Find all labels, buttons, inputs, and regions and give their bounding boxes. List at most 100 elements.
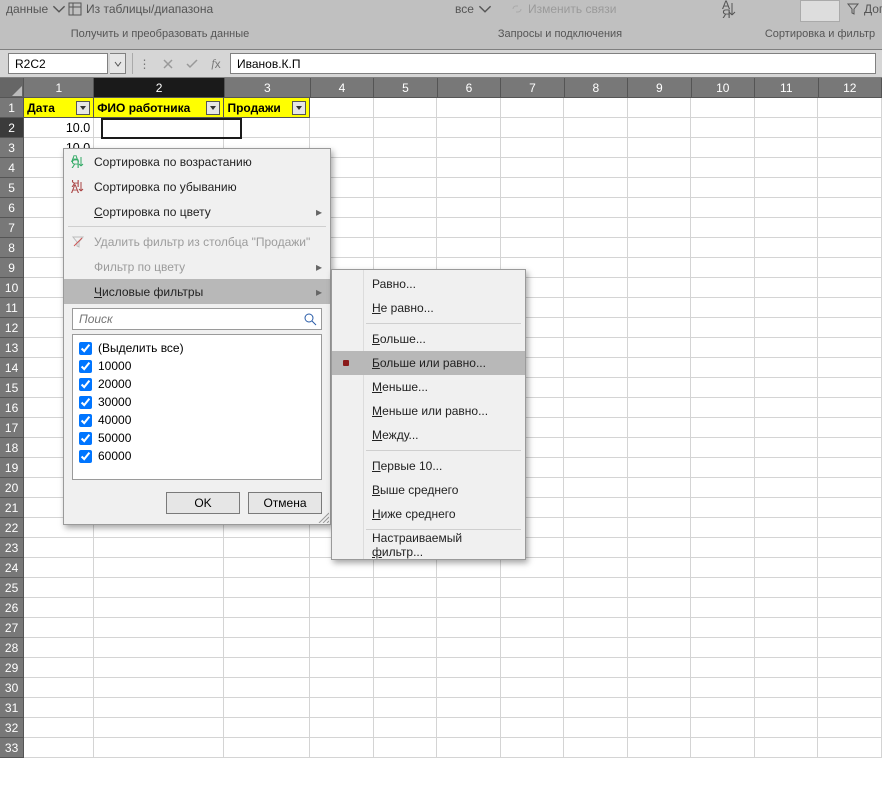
row-header[interactable]: 19	[0, 458, 24, 478]
cell[interactable]	[564, 518, 628, 538]
ribbon-btn-from-range[interactable]: Из таблицы/диапазона	[68, 2, 213, 16]
cell[interactable]	[818, 98, 882, 118]
formula-accept-button[interactable]	[180, 53, 204, 74]
cell[interactable]	[628, 498, 692, 518]
cell[interactable]	[24, 698, 94, 718]
cell[interactable]	[691, 418, 755, 438]
cell[interactable]	[818, 638, 882, 658]
cell[interactable]	[564, 118, 628, 138]
row-header[interactable]: 33	[0, 738, 24, 758]
cell[interactable]	[437, 178, 501, 198]
column-header[interactable]: 2	[94, 78, 225, 98]
submenu-less[interactable]: Меньше...	[332, 375, 525, 399]
cell[interactable]	[628, 178, 692, 198]
cell[interactable]	[628, 478, 692, 498]
filter-value-item[interactable]: 50000	[79, 429, 315, 447]
cell[interactable]	[24, 578, 94, 598]
cell[interactable]	[374, 218, 438, 238]
cell[interactable]	[628, 278, 692, 298]
filter-values-list[interactable]: (Выделить все) 1000020000300004000050000…	[72, 334, 322, 480]
ribbon-btn-data[interactable]: данные	[6, 2, 66, 16]
filter-value-item[interactable]: 40000	[79, 411, 315, 429]
cell[interactable]	[374, 118, 438, 138]
cell[interactable]	[564, 378, 628, 398]
cell[interactable]	[224, 598, 310, 618]
row-header[interactable]: 21	[0, 498, 24, 518]
cell[interactable]	[224, 558, 310, 578]
row-header[interactable]: 6	[0, 198, 24, 218]
select-all-corner[interactable]	[0, 78, 24, 98]
cell[interactable]	[818, 358, 882, 378]
cell[interactable]	[437, 678, 501, 698]
cell[interactable]	[310, 678, 374, 698]
cell[interactable]	[564, 498, 628, 518]
submenu-not-equals[interactable]: Не равно...	[332, 296, 525, 320]
cell[interactable]	[437, 238, 501, 258]
cell[interactable]	[94, 118, 224, 138]
cell[interactable]	[691, 378, 755, 398]
column-header[interactable]: 3	[225, 78, 311, 98]
cell[interactable]	[224, 538, 310, 558]
row-header[interactable]: 26	[0, 598, 24, 618]
cell[interactable]	[818, 398, 882, 418]
filter-number-filters[interactable]: Числовые фильтры ▸	[64, 279, 330, 304]
row-header[interactable]: 24	[0, 558, 24, 578]
cell[interactable]	[818, 678, 882, 698]
cell[interactable]	[94, 658, 224, 678]
cell[interactable]	[224, 618, 310, 638]
row-header[interactable]: 15	[0, 378, 24, 398]
cell[interactable]	[691, 518, 755, 538]
cell[interactable]	[374, 238, 438, 258]
cell[interactable]	[755, 318, 819, 338]
submenu-above-avg[interactable]: Выше среднего	[332, 478, 525, 502]
cell[interactable]	[564, 638, 628, 658]
cell[interactable]	[564, 738, 628, 758]
row-header[interactable]: 1	[0, 98, 24, 118]
cell[interactable]	[818, 178, 882, 198]
filter-dropdown-icon[interactable]	[292, 101, 306, 115]
cell[interactable]	[564, 218, 628, 238]
cell[interactable]	[310, 738, 374, 758]
cell[interactable]	[310, 718, 374, 738]
cell[interactable]	[628, 458, 692, 478]
cell[interactable]	[818, 238, 882, 258]
cell[interactable]	[564, 258, 628, 278]
cell[interactable]	[437, 738, 501, 758]
cell[interactable]	[691, 138, 755, 158]
filter-search-input[interactable]	[77, 311, 303, 327]
cell[interactable]	[628, 98, 692, 118]
cell[interactable]	[755, 98, 819, 118]
cell[interactable]	[374, 158, 438, 178]
checkbox[interactable]	[79, 450, 92, 463]
cell[interactable]	[628, 118, 692, 138]
cell[interactable]	[818, 578, 882, 598]
cell[interactable]	[818, 498, 882, 518]
cell[interactable]	[224, 658, 310, 678]
checkbox[interactable]	[79, 432, 92, 445]
cell[interactable]	[501, 718, 565, 738]
cell[interactable]	[310, 578, 374, 598]
cell[interactable]	[755, 158, 819, 178]
cell[interactable]	[691, 478, 755, 498]
cell[interactable]	[755, 218, 819, 238]
cell[interactable]	[501, 238, 565, 258]
cell[interactable]	[691, 458, 755, 478]
submenu-greater[interactable]: Больше...	[332, 327, 525, 351]
cell[interactable]	[818, 318, 882, 338]
cell[interactable]	[755, 278, 819, 298]
table-header-sales[interactable]: Продажи	[224, 98, 310, 118]
cell[interactable]	[818, 558, 882, 578]
column-header[interactable]: 12	[819, 78, 882, 98]
cell[interactable]	[564, 578, 628, 598]
cell[interactable]	[628, 358, 692, 378]
submenu-below-avg[interactable]: Ниже среднего	[332, 502, 525, 526]
cell[interactable]	[501, 178, 565, 198]
row-header[interactable]: 8	[0, 238, 24, 258]
cell[interactable]	[437, 198, 501, 218]
cell[interactable]	[564, 318, 628, 338]
cell[interactable]	[755, 558, 819, 578]
cell[interactable]	[628, 418, 692, 438]
cell[interactable]	[94, 698, 224, 718]
cell[interactable]	[94, 678, 224, 698]
cell[interactable]: 10.0	[24, 118, 94, 138]
